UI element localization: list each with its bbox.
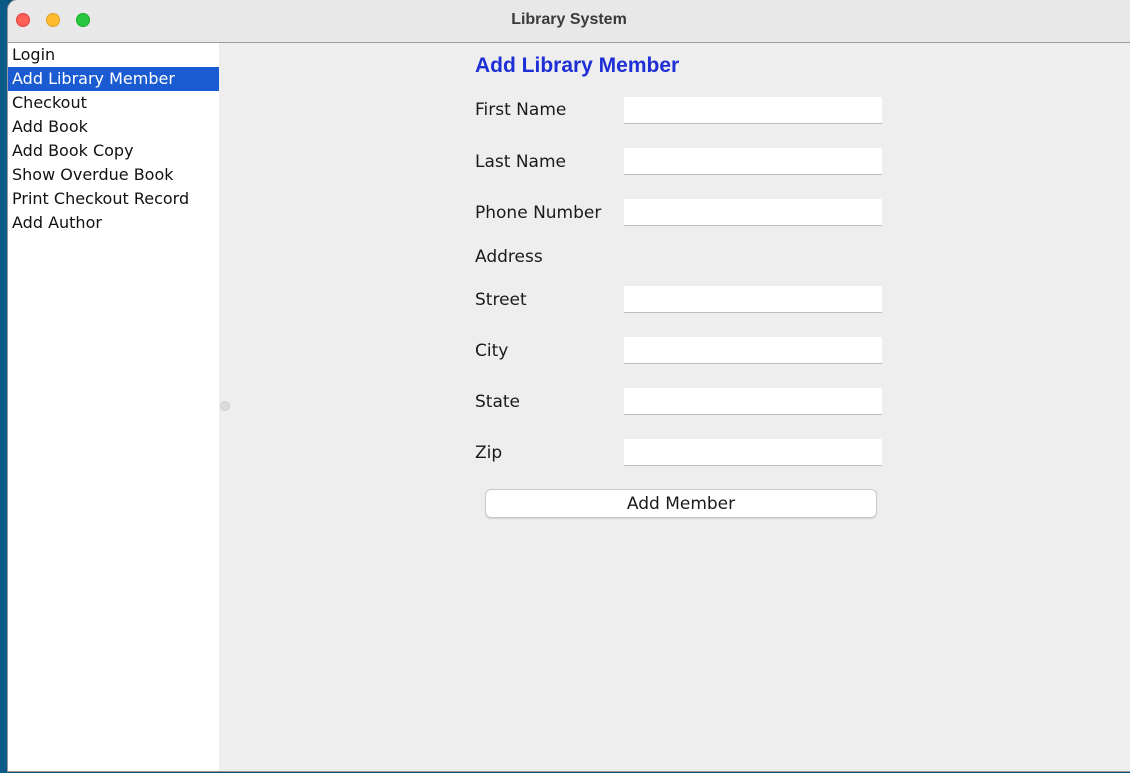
split-pane-divider-handle[interactable] bbox=[220, 401, 230, 411]
sidebar-item-add-book-copy[interactable]: Add Book Copy bbox=[8, 139, 219, 163]
sidebar-item-show-overdue-book[interactable]: Show Overdue Book bbox=[8, 163, 219, 187]
zip-input[interactable] bbox=[624, 439, 882, 466]
street-label: Street bbox=[475, 290, 527, 310]
city-input[interactable] bbox=[624, 337, 882, 364]
last-name-input[interactable] bbox=[624, 148, 882, 175]
phone-number-label: Phone Number bbox=[475, 203, 602, 223]
sidebar-item-login[interactable]: Login bbox=[8, 43, 219, 67]
first-name-label: First Name bbox=[475, 100, 567, 120]
add-member-button[interactable]: Add Member bbox=[485, 489, 877, 518]
state-label: State bbox=[475, 392, 520, 412]
zip-label: Zip bbox=[475, 443, 503, 463]
app-window: Library System Login Add Library Member … bbox=[8, 0, 1130, 771]
form-title: Add Library Member bbox=[475, 54, 680, 77]
sidebar-item-checkout[interactable]: Checkout bbox=[8, 91, 219, 115]
phone-number-input[interactable] bbox=[624, 199, 882, 226]
last-name-label: Last Name bbox=[475, 152, 566, 172]
title-bar[interactable]: Library System bbox=[8, 0, 1130, 43]
sidebar-item-add-author[interactable]: Add Author bbox=[8, 211, 219, 235]
city-label: City bbox=[475, 341, 509, 361]
sidebar-item-print-checkout-record[interactable]: Print Checkout Record bbox=[8, 187, 219, 211]
state-input[interactable] bbox=[624, 388, 882, 415]
sidebar-item-add-library-member[interactable]: Add Library Member bbox=[8, 67, 219, 91]
desktop-background bbox=[0, 0, 8, 773]
street-input[interactable] bbox=[624, 286, 882, 313]
address-heading: Address bbox=[475, 247, 543, 267]
window-title: Library System bbox=[511, 11, 627, 28]
sidebar-menu: Login Add Library Member Checkout Add Bo… bbox=[8, 43, 219, 771]
main-panel: Add Library Member First Name Last Name … bbox=[219, 43, 1130, 771]
first-name-input[interactable] bbox=[624, 97, 882, 124]
sidebar-item-add-book[interactable]: Add Book bbox=[8, 115, 219, 139]
